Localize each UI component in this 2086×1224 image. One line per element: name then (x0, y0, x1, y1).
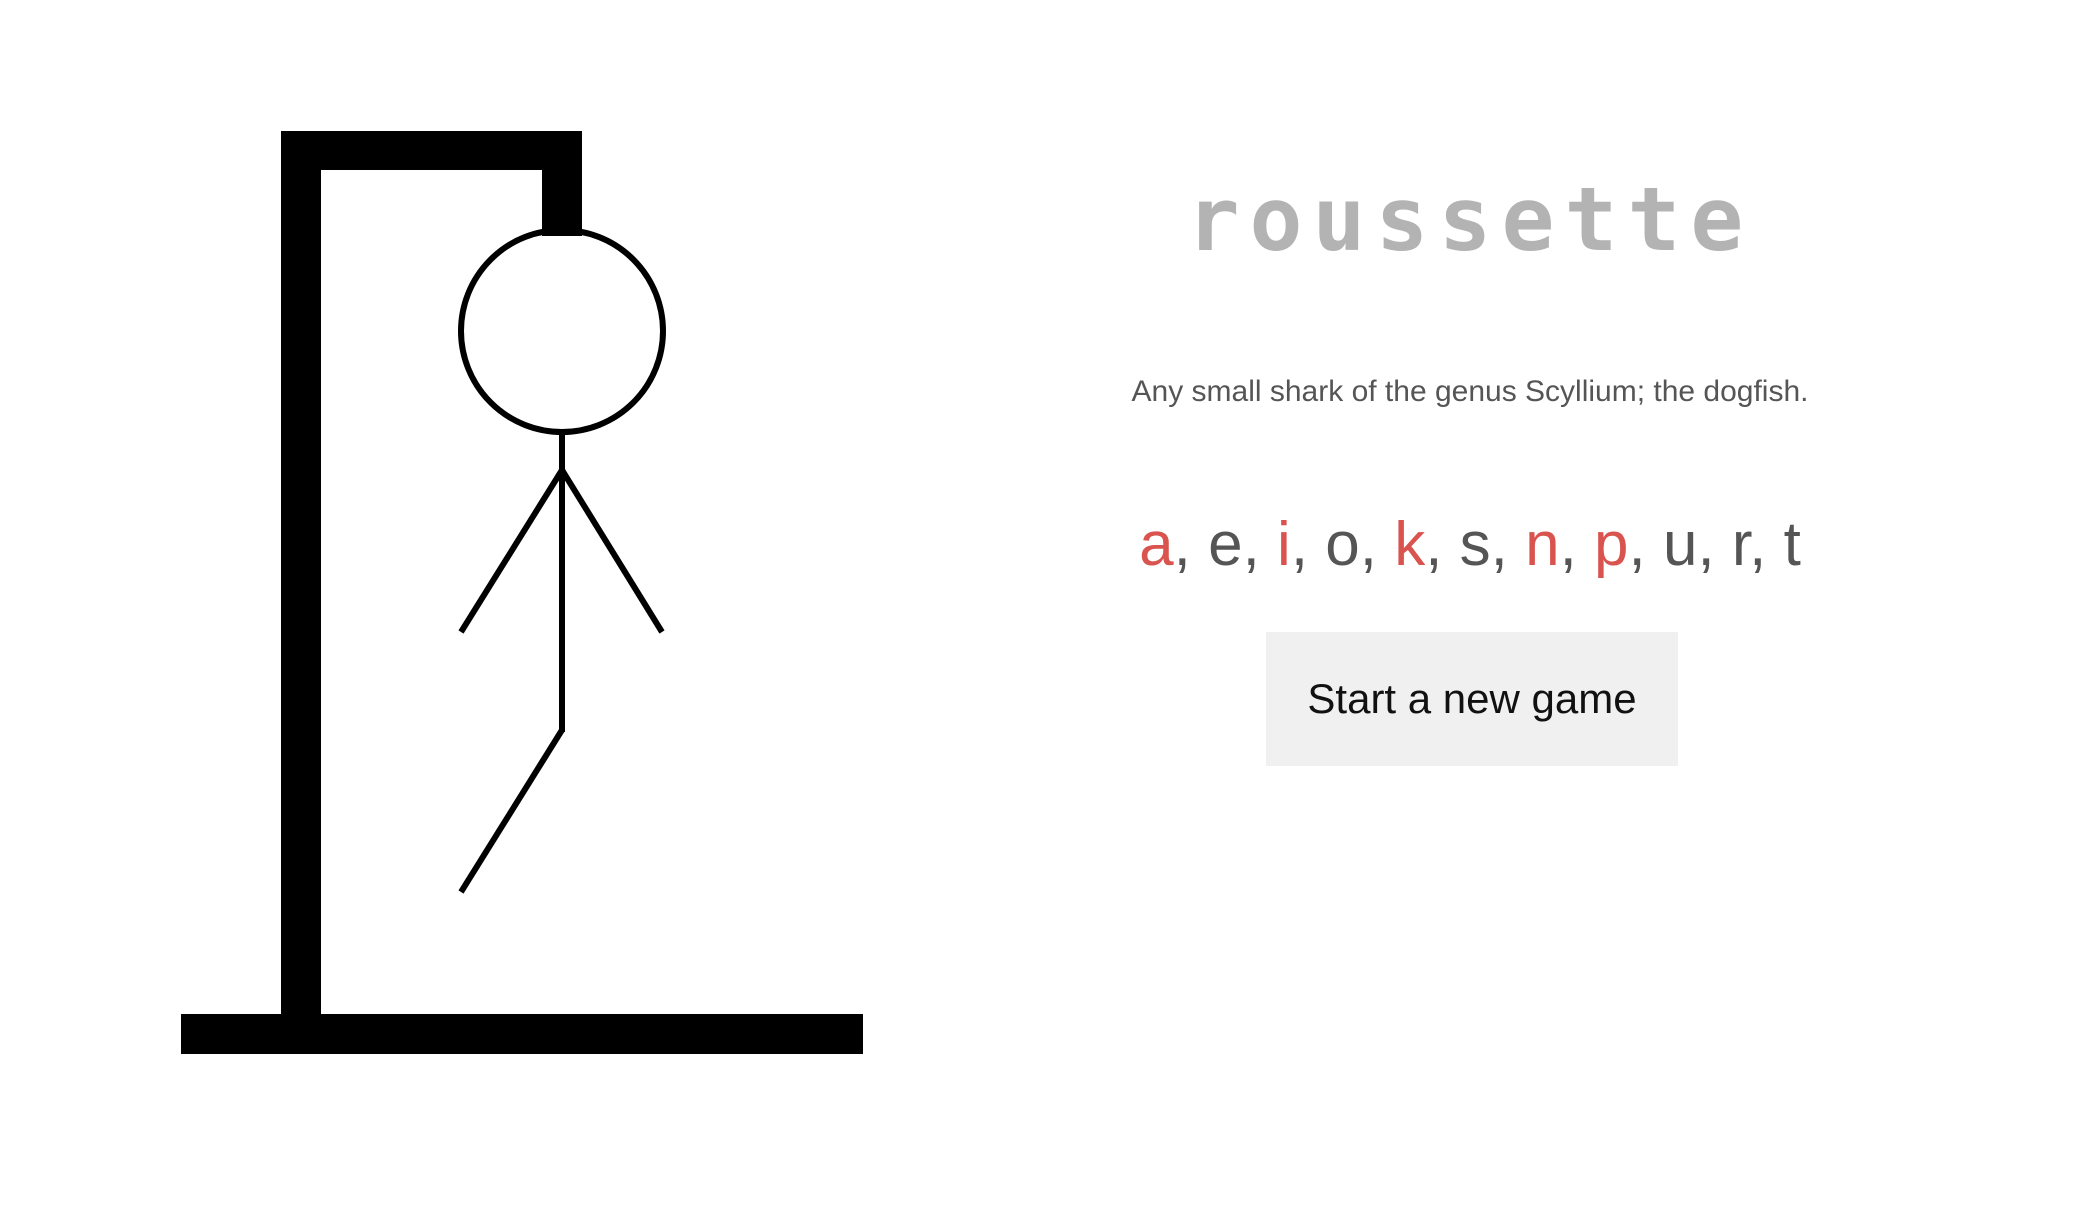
guess-separator: , (1425, 510, 1460, 579)
guess-separator: , (1749, 510, 1784, 579)
guessed-letters: a, e, i, o, k, s, n, p, u, r, t (1000, 505, 1940, 585)
new-game-button[interactable]: Start a new game (1266, 632, 1678, 766)
guess-separator: , (1359, 510, 1395, 579)
guess-letter-r: r (1731, 510, 1750, 579)
guess-separator: , (1559, 510, 1595, 579)
guess-letter-s: s (1459, 510, 1491, 579)
guess-separator: , (1173, 510, 1209, 579)
guess-separator: , (1242, 510, 1278, 579)
guess-letter-e: e (1208, 510, 1243, 579)
word-definition: Any small shark of the genus Scyllium; t… (1131, 375, 1809, 408)
guess-separator: , (1697, 510, 1732, 579)
secret-word: roussette (1186, 168, 1754, 271)
guess-separator: , (1290, 510, 1326, 579)
hangman-left-arm (458, 468, 565, 634)
gallows-beam (281, 131, 582, 170)
guess-letter-o: o (1325, 510, 1360, 579)
hangman-drawing (181, 131, 863, 1054)
guess-letter-p: p (1594, 510, 1629, 579)
hangman-left-leg (458, 728, 565, 894)
guess-letter-a: a (1139, 510, 1174, 579)
guess-separator: , (1490, 510, 1526, 579)
guess-letter-t: t (1783, 510, 1801, 579)
guess-letter-n: n (1525, 510, 1560, 579)
guess-letter-u: u (1662, 510, 1698, 579)
guess-letter-k: k (1394, 510, 1426, 579)
gallows-rope (542, 131, 582, 236)
hangman-right-arm (559, 468, 665, 634)
guess-separator: , (1628, 510, 1663, 579)
hangman-head (458, 227, 666, 435)
guess-letter-i: i (1277, 510, 1291, 579)
game-panel: roussette Any small shark of the genus S… (1000, 0, 2000, 1224)
gallows-post (281, 131, 321, 1036)
